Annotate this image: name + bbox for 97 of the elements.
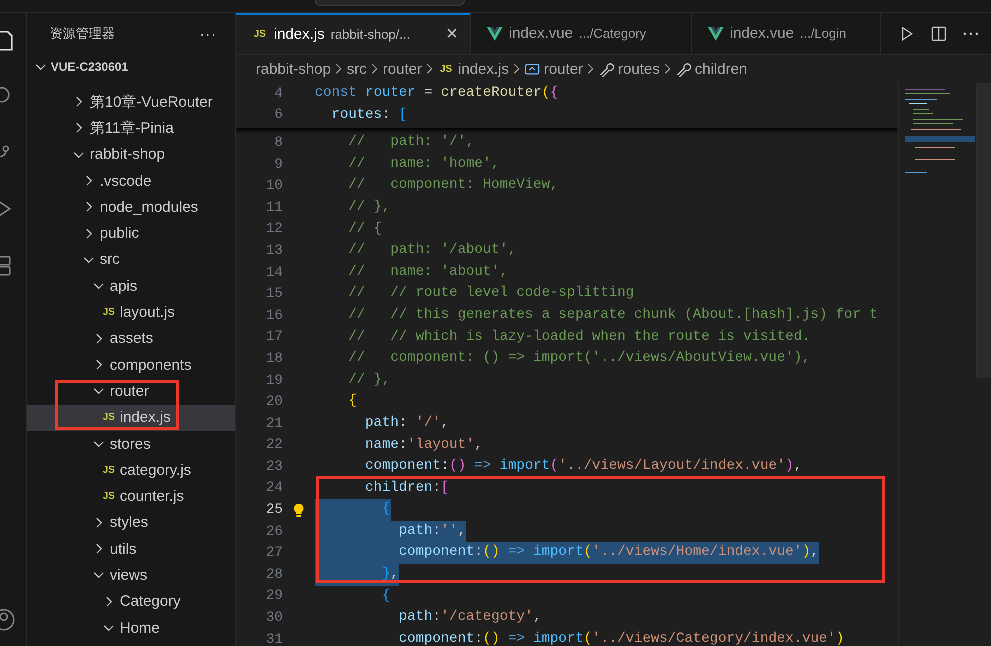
tree-item[interactable]: node_modules <box>27 194 235 220</box>
close-button[interactable]: × <box>446 23 458 46</box>
scrollbar[interactable] <box>976 83 991 378</box>
split-editor-icon[interactable] <box>931 26 947 42</box>
line-number: 14 <box>265 264 283 281</box>
code-line: component:() => import('../views/Category/index.vue') <box>398 630 844 646</box>
js-file-icon: JS <box>252 29 268 40</box>
code-line: { <box>381 586 391 606</box>
more-icon[interactable] <box>963 32 979 36</box>
code-line: { <box>348 392 358 412</box>
tree-item[interactable]: src <box>27 246 235 274</box>
sidebar-title: 资源管理器 <box>50 25 115 43</box>
tree-item[interactable]: components <box>27 352 235 378</box>
line-number: 21 <box>265 416 283 432</box>
tree-item[interactable]: views <box>27 562 235 589</box>
code-line: // // route level code-splitting <box>348 284 634 304</box>
code-line: path:'/categoty', <box>398 608 542 628</box>
line-number: 24 <box>265 480 283 496</box>
lightbulb-icon[interactable] <box>293 502 305 518</box>
code-line: // component: () => import('../views/AboutView.vue'), <box>348 349 811 368</box>
tree-item[interactable]: JS index.js <box>27 404 235 431</box>
line-number: 26 <box>265 524 283 540</box>
tree-item[interactable]: utils <box>27 536 235 562</box>
js-file-icon: JS <box>101 491 117 502</box>
code-line: path: '/', <box>364 414 450 433</box>
line-number: 16 <box>265 308 283 324</box>
line-number: 8 <box>274 134 283 151</box>
code-line: // // which is lazy-loaded when the route is visited. <box>348 328 811 347</box>
breadcrumb-item[interactable]: src <box>347 60 368 78</box>
breadcrumb-item[interactable]: children <box>676 60 748 78</box>
code-line: // path: '/about', <box>348 241 517 260</box>
symbol-icon <box>525 62 540 76</box>
breadcrumb-item[interactable]: rabbit-shop <box>256 60 332 78</box>
js-file-icon: JS <box>101 307 117 318</box>
tree-item[interactable]: .vscode <box>27 168 235 194</box>
line-number: 15 <box>265 286 283 302</box>
more-button[interactable]: ··· <box>200 26 217 42</box>
code-line: name:'layout', <box>364 436 484 454</box>
tree-item[interactable]: JS counter.js <box>27 483 235 510</box>
code-line: // path: '/', <box>348 133 475 152</box>
tree-item[interactable]: JS category.js <box>27 457 235 484</box>
line-number: 10 <box>265 178 283 194</box>
line-number: 12 <box>265 221 283 238</box>
code-line: const router = createRouter({ <box>315 84 559 103</box>
line-number: 31 <box>265 632 283 646</box>
tree-item[interactable]: Category <box>27 588 235 615</box>
line-number: 9 <box>274 156 283 173</box>
line-number: 19 <box>265 372 283 389</box>
tree-item[interactable]: Home <box>27 614 235 642</box>
tree-item[interactable]: 第10章-VueRouter <box>27 89 235 116</box>
line-number: 23 <box>265 458 283 475</box>
line-number: 25 <box>265 502 283 518</box>
js-file-icon: JS <box>101 464 117 476</box>
breadcrumb-item[interactable]: router <box>383 60 422 78</box>
code-line: // { <box>348 220 382 239</box>
code-line: // component: HomeView, <box>348 176 559 196</box>
breadcrumb-item[interactable]: router <box>525 60 584 78</box>
breadcrumb-item[interactable]: routes <box>599 60 660 78</box>
code-line: // name: 'about', <box>348 262 508 282</box>
tree-item[interactable]: assets <box>27 326 235 352</box>
tree-item[interactable]: router <box>27 378 235 405</box>
v-logo-icon <box>708 26 724 40</box>
v-logo-icon <box>487 26 503 40</box>
tree-item[interactable]: apis <box>27 273 235 300</box>
code-line: component:() => import('../views/Layout/index.vue'), <box>364 457 802 476</box>
editor-tab[interactable]: index.vue .../Category <box>471 13 692 54</box>
code-line: // }, <box>348 370 391 390</box>
code-line: routes: [ <box>330 106 408 125</box>
line-number: 29 <box>265 588 283 604</box>
line-number: 18 <box>265 350 283 367</box>
tree-item[interactable]: 第11章-Pinia <box>27 115 235 142</box>
code-line: // }, <box>348 198 391 217</box>
tree-item[interactable]: JS layout.js <box>27 299 235 326</box>
js-file-icon: JS <box>101 412 117 424</box>
line-number: 22 <box>265 437 283 454</box>
line-number: 13 <box>265 242 283 259</box>
code-line: children:[ <box>364 478 450 498</box>
line-number: 17 <box>265 329 283 346</box>
line-number: 11 <box>265 200 283 216</box>
line-number: 28 <box>265 566 283 583</box>
tree-item[interactable]: styles <box>27 510 235 536</box>
code-line: // // this generates a separate chunk (About.[hash].js) for t <box>348 306 878 325</box>
tree-item[interactable]: stores <box>27 430 235 458</box>
code-line: // name: 'home', <box>348 154 500 174</box>
tree-item[interactable]: public <box>27 220 235 247</box>
line-number: 30 <box>265 610 283 626</box>
line-number: 6 <box>274 107 283 124</box>
breadcrumb-item[interactable]: JS index.js <box>438 60 510 78</box>
wrench-icon <box>676 62 691 76</box>
line-number: 27 <box>265 545 283 562</box>
line-number: 4 <box>274 86 283 102</box>
wrench-icon <box>599 62 614 76</box>
tree-item[interactable]: rabbit-shop <box>27 142 235 168</box>
editor-tab[interactable]: JS index.js rabbit-shop/... × <box>236 13 471 54</box>
line-number: 20 <box>265 394 283 410</box>
editor-tab[interactable]: index.vue .../Login <box>692 13 881 54</box>
section-header[interactable]: VUE-C230601 <box>27 55 235 79</box>
